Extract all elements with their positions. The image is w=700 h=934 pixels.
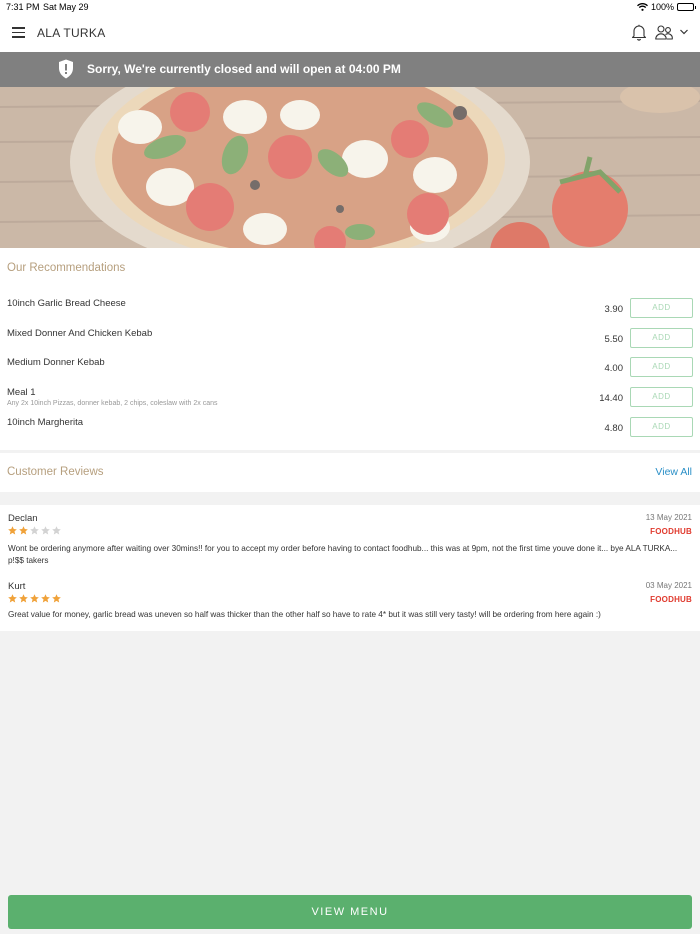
recommendation-item: Medium Donner Kebab 4.00 ADD [0, 357, 700, 387]
item-price: 5.50 [604, 334, 624, 345]
add-button[interactable]: ADD [630, 417, 693, 437]
recommendation-item: Meal 1 Any 2x 10inch Pizzas, donner keba… [0, 387, 700, 417]
reviews-header: Customer Reviews View All [0, 453, 700, 492]
battery-icon [677, 3, 696, 11]
item-name: Medium Donner Kebab [7, 357, 105, 368]
star-filled-icon [8, 594, 17, 603]
battery-percent: 100% [650, 2, 674, 12]
reviewer-name: Declan [8, 513, 38, 524]
review-date: 13 May 2021 [645, 513, 692, 522]
star-filled-icon [52, 594, 61, 603]
reviews-list: Declan 13 May 2021 FOODHUB Wont be order… [0, 505, 700, 631]
hero-image [0, 87, 700, 248]
status-bar: 7:31 PM Sat May 29 100% [0, 0, 700, 14]
review-text: Wont be ordering anymore after waiting o… [8, 544, 678, 565]
star-filled-icon [8, 526, 17, 535]
restaurant-title: ALA TURKA [37, 26, 106, 40]
status-time: 7:31 PM [6, 2, 40, 12]
item-price: 3.90 [604, 304, 624, 315]
star-empty-icon [41, 526, 50, 535]
item-description: Any 2x 10inch Pizzas, donner kebab, 2 ch… [7, 400, 218, 407]
view-menu-button[interactable]: VIEW MENU [8, 895, 692, 929]
star-empty-icon [30, 526, 39, 535]
recommendations-title: Our Recommendations [7, 262, 126, 274]
view-all-link[interactable]: View All [655, 466, 692, 478]
user-account-icon[interactable] [655, 25, 673, 40]
foodhub-logo: FOODHUB [650, 595, 692, 604]
status-right: 100% [637, 2, 696, 12]
add-button[interactable]: ADD [630, 328, 693, 348]
recommendation-item: Mixed Donner And Chicken Kebab 5.50 ADD [0, 328, 700, 358]
recommendation-item: 10inch Garlic Bread Cheese 3.90 ADD [0, 298, 700, 328]
status-date: Sat May 29 [43, 2, 89, 12]
wifi-icon [637, 3, 648, 11]
star-filled-icon [19, 526, 28, 535]
item-price: 14.40 [599, 393, 623, 404]
closed-message: Sorry, We're currently closed and will o… [87, 62, 401, 76]
add-button[interactable]: ADD [630, 357, 693, 377]
item-price: 4.80 [604, 423, 624, 434]
add-button[interactable]: ADD [630, 387, 693, 407]
item-name: 10inch Garlic Bread Cheese [7, 298, 126, 309]
item-name: Mixed Donner And Chicken Kebab [7, 328, 153, 339]
star-filled-icon [30, 594, 39, 603]
star-rating [8, 526, 61, 535]
item-price: 4.00 [604, 363, 624, 374]
shield-alert-icon [59, 59, 73, 79]
add-button[interactable]: ADD [630, 298, 693, 318]
star-empty-icon [52, 526, 61, 535]
hamburger-menu-icon[interactable] [12, 27, 25, 38]
review-text: Great value for money, garlic bread was … [8, 610, 601, 619]
item-name: Meal 1 [7, 387, 36, 398]
bell-icon[interactable] [631, 24, 647, 41]
app-header: ALA TURKA [0, 14, 700, 52]
recommendations-section: Our Recommendations 10inch Garlic Bread … [0, 248, 700, 450]
star-filled-icon [41, 594, 50, 603]
reviews-title: Customer Reviews [7, 466, 104, 478]
reviewer-name: Kurt [8, 581, 26, 592]
star-rating [8, 594, 61, 603]
foodhub-logo: FOODHUB [650, 527, 692, 536]
review-date: 03 May 2021 [645, 581, 692, 590]
recommendation-item: 10inch Margherita 4.80 ADD [0, 417, 700, 447]
star-filled-icon [19, 594, 28, 603]
closed-banner: Sorry, We're currently closed and will o… [0, 52, 700, 87]
item-name: 10inch Margherita [7, 417, 84, 428]
chevron-down-icon[interactable] [679, 27, 689, 37]
